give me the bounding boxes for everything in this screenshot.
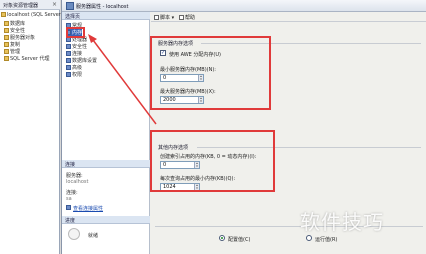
watermark: 软件技巧 xyxy=(300,210,384,234)
